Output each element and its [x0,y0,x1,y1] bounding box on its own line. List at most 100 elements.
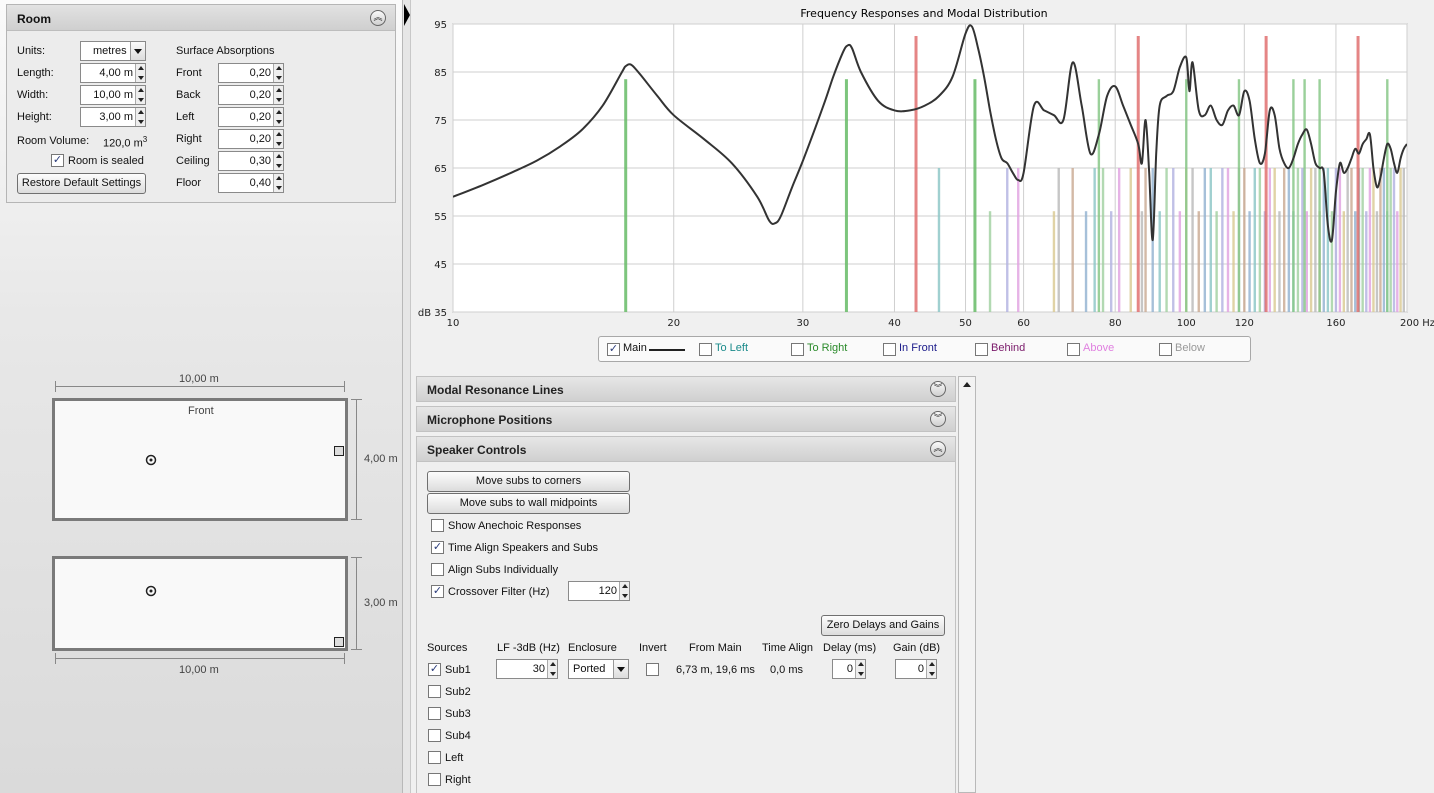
sub1-invert-checkbox[interactable] [646,663,659,676]
vertical-scrollbar[interactable] [958,376,976,793]
legend-above-checkbox[interactable] [1067,343,1080,356]
col-time-align: Time Align [762,642,813,654]
time-align-checkbox[interactable]: ✓ [431,541,444,554]
collapse-up-icon[interactable]: ︽ [930,441,946,457]
spinner-icon[interactable] [135,86,145,104]
spinner-icon[interactable] [926,660,936,678]
crossover-checkbox[interactable]: ✓ [431,585,444,598]
modal-line [1368,168,1372,312]
sub1-lf-input[interactable]: 30 [496,659,558,679]
sub2-checkbox[interactable] [428,685,441,698]
frequency-response-chart[interactable]: Frequency Responses and Modal Distributi… [412,0,1434,334]
col-from-main: From Main [689,642,742,654]
height-input[interactable]: 3,00 m [80,107,146,127]
modal-line [1203,168,1207,312]
speaker-controls-section-header[interactable]: Speaker Controls ︽ [416,436,956,462]
move-subs-corners-button[interactable]: Move subs to corners [427,471,630,492]
mic-positions-section-header[interactable]: Microphone Positions ︾ [416,406,956,432]
sub3-checkbox[interactable] [428,707,441,720]
align-individually-checkbox[interactable] [431,563,444,576]
sub4-checkbox[interactable] [428,729,441,742]
sub1-gain-input[interactable]: 0 [895,659,937,679]
x-tick-label: 200 Hz [1400,318,1434,329]
subwoofer-icon[interactable] [334,446,344,456]
spinner-icon[interactable] [619,582,629,600]
x-tick-label: 80 [1109,318,1122,329]
modal-line [937,168,941,312]
width-input[interactable]: 10,00 m [80,85,146,105]
spinner-icon[interactable] [135,108,145,126]
absorption-left-input[interactable]: 0,20 [218,107,284,127]
room-side-view[interactable] [52,556,348,651]
dimension-tick [55,381,56,392]
volume-exponent: 3 [142,135,148,144]
left-speaker-checkbox[interactable] [428,751,441,764]
expand-down-icon[interactable]: ︾ [930,411,946,427]
absorption-back-label: Back [176,89,201,101]
collapse-left-icon[interactable] [404,4,410,26]
move-subs-midpoints-button[interactable]: Move subs to wall midpoints [427,493,630,514]
length-input[interactable]: 4,00 m [80,63,146,83]
legend-to-left-checkbox[interactable] [699,343,712,356]
modal-line [1314,168,1317,312]
spinner-icon[interactable] [855,660,865,678]
col-sources: Sources [427,642,468,654]
scroll-up-icon[interactable] [963,382,971,387]
legend-below-checkbox[interactable] [1159,343,1172,356]
absorption-right-label: Right [176,133,202,145]
sub1-checkbox[interactable]: ✓ [428,663,441,676]
speaker-controls-title: Speaker Controls [427,443,527,457]
sub1-delay-value: 0 [846,663,853,675]
spinner-icon[interactable] [273,174,283,192]
absorption-ceiling-input[interactable]: 0,30 [218,151,284,171]
room-top-view[interactable]: Front [52,398,348,521]
top-width-label: 10,00 m [179,373,219,385]
chevron-down-icon[interactable] [613,660,628,678]
modal-line [1165,168,1168,312]
restore-default-button[interactable]: Restore Default Settings [17,173,146,194]
sub4-label: Sub4 [445,730,471,742]
sub1-from-main: 6,73 m, 19,6 ms [676,664,755,676]
spinner-icon[interactable] [273,86,283,104]
legend-in-front-checkbox[interactable] [883,343,896,356]
show-anechoic-checkbox[interactable] [431,519,444,532]
legend-behind-checkbox[interactable] [975,343,988,356]
microphone-icon[interactable] [145,454,157,466]
show-anechoic-label: Show Anechoic Responses [448,520,582,532]
crossover-input[interactable]: 120 [568,581,630,601]
pane-splitter[interactable] [402,0,411,793]
units-value: metres [93,45,127,57]
expand-down-icon[interactable]: ︾ [930,381,946,397]
modal-line [1305,211,1308,312]
legend-to-right-checkbox[interactable] [791,343,804,356]
absorption-front-input[interactable]: 0,20 [218,63,284,83]
modal-lines-section-header[interactable]: Modal Resonance Lines ︾ [416,376,956,402]
collapse-up-icon[interactable]: ︽ [370,10,386,26]
microphone-icon[interactable] [145,585,157,597]
legend-main-checkbox[interactable]: ✓ [607,343,620,356]
sub1-enclosure-select[interactable]: Ported [568,659,629,679]
modal-line [1144,168,1147,312]
absorption-floor-input[interactable]: 0,40 [218,173,284,193]
right-speaker-checkbox[interactable] [428,773,441,786]
spinner-icon[interactable] [273,108,283,126]
units-select[interactable]: metres [80,41,146,61]
col-delay: Delay (ms) [823,642,877,654]
modal-line [1379,168,1382,312]
spinner-icon[interactable] [273,64,283,82]
modal-line [1109,211,1113,312]
zero-delays-button[interactable]: Zero Delays and Gains [821,615,945,636]
room-sealed-checkbox[interactable]: ✓ [51,154,64,167]
dimension-tick [351,399,362,400]
spinner-icon[interactable] [135,64,145,82]
modal-lines-title: Modal Resonance Lines [427,383,564,397]
subwoofer-icon[interactable] [334,637,344,647]
chevron-down-icon[interactable] [130,42,145,60]
sub1-delay-input[interactable]: 0 [832,659,866,679]
spinner-icon[interactable] [273,130,283,148]
x-tick-label: 60 [1017,318,1030,329]
absorption-right-input[interactable]: 0,20 [218,129,284,149]
spinner-icon[interactable] [273,152,283,170]
absorption-back-input[interactable]: 0,20 [218,85,284,105]
spinner-icon[interactable] [547,660,557,678]
